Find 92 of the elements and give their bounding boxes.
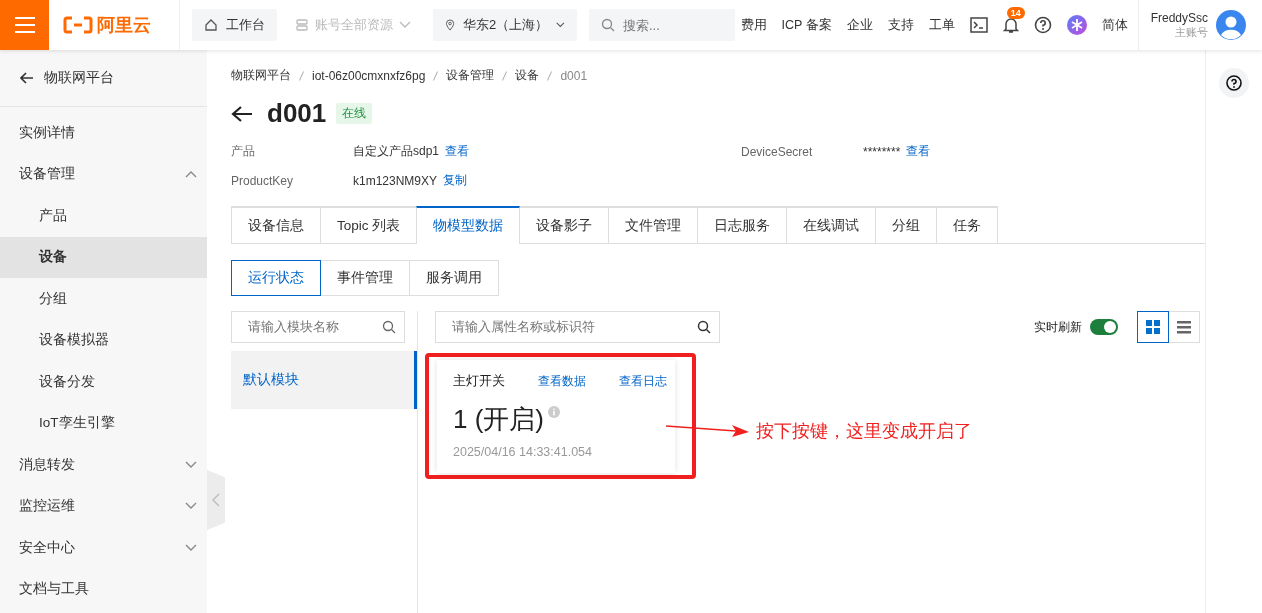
tab[interactable]: 物模型数据 [416,206,521,244]
breadcrumb-link[interactable]: 物联网平台 [231,67,291,84]
grid-view-button[interactable] [1137,311,1169,343]
field-value: 自定义产品sdp1 [353,143,440,160]
sidebar-item[interactable]: 分组 [0,278,207,320]
sparkle-icon[interactable] [1066,15,1087,35]
search-icon [601,18,615,32]
stack-icon [295,18,309,32]
breadcrumb-separator [433,70,439,81]
sub-tab[interactable]: 服务调用 [409,260,499,296]
list-view-button[interactable] [1168,311,1200,343]
search-field[interactable]: 搜索... [589,9,735,41]
chevron-left-icon [212,493,220,507]
sidebar-item[interactable]: 设备管理 [0,153,207,195]
status-tag: 在线 [336,103,373,124]
user-name: FreddySsc [1150,10,1208,25]
menu-button[interactable] [0,0,49,50]
grid-icon [1146,320,1160,334]
property-value: 1 (开启) [453,403,544,436]
search-icon[interactable] [697,320,711,334]
terminal-icon[interactable] [969,17,988,33]
nav-link[interactable]: 工单 [928,16,955,34]
bell-icon[interactable] [1002,16,1019,34]
sidebar-item[interactable]: 设备 [0,236,207,278]
location-pin-icon [445,17,456,33]
sidebar-item[interactable]: 设备分发 [0,361,207,403]
collapse-handle[interactable] [207,470,225,530]
user-role: 主账号 [1175,25,1208,40]
field-link[interactable]: 查看 [445,143,470,160]
chevron-down-icon [185,460,197,469]
property-name: 主灯开关 [453,372,505,390]
chevron-down-icon [185,502,197,511]
field-value: ******** [863,144,901,159]
field-value: k1m123NM9XY [353,173,438,188]
nav-link[interactable]: ICP 备案 [781,16,832,34]
sidebar-item[interactable]: 文档与工具 [0,568,207,610]
help-icon[interactable] [1033,16,1052,34]
annotation-text: 按下按键，这里变成开启了 [756,420,972,443]
chevron-up-icon [185,170,197,179]
sub-tab[interactable]: 事件管理 [320,260,410,296]
toggle-switch[interactable] [1090,319,1118,335]
breadcrumb-link[interactable]: 设备管理 [446,67,495,84]
sub-tab[interactable]: 运行状态 [231,260,321,296]
breadcrumb-link[interactable]: iot-06z00cmxnxfz6pg [312,68,426,83]
breadcrumb-current: d001 [560,68,588,83]
menu-icon[interactable] [13,16,36,34]
search-field[interactable]: 请输入模块名称 [231,311,405,343]
chevron-down-icon [185,543,197,552]
device-title: d001 [267,98,327,129]
property-time: 2025/04/16 14:33:41.054 [453,445,594,459]
home-icon [204,18,218,32]
help-icon[interactable] [1219,68,1249,98]
chevron-down-icon [399,21,411,29]
card-link[interactable]: 查看日志 [619,372,667,390]
sidebar-item[interactable]: 消息转发 [0,444,207,486]
avatar-icon[interactable] [1216,10,1246,40]
field-label: ProductKey [231,173,295,188]
logo-icon [63,16,93,34]
tab[interactable]: 任务 [936,206,999,243]
search-icon[interactable] [382,320,396,334]
search-field[interactable]: 请输入属性名称或标识符 [435,311,720,343]
sidebar-item[interactable]: 安全中心 [0,527,207,569]
list-icon [1177,320,1191,334]
nav-link[interactable]: 费用 [740,16,767,34]
language-link[interactable]: 简体 [1101,16,1128,34]
field-link[interactable]: 复制 [443,172,468,189]
breadcrumb-separator [502,70,508,81]
card-link[interactable]: 查看数据 [538,372,586,390]
chevron-down-icon [556,21,565,29]
breadcrumb-separator [299,70,304,81]
module-item[interactable]: 默认模块 [231,351,417,409]
realtime-label: 实时刷新 [1034,318,1082,336]
region-dropdown[interactable]: 华东2（上海） [433,9,577,41]
field-label: DeviceSecret [741,144,814,159]
nav-link[interactable]: 支持 [887,16,914,34]
sidebar-item[interactable]: IoT孪生引擎 [0,402,207,444]
sidebar-item[interactable]: 产品 [0,195,207,237]
back-link[interactable]: 物联网平台 [0,50,207,107]
logo-text: 阿里云 [97,14,151,37]
field-label: 产品 [231,143,256,160]
tab[interactable]: 设备信息 [231,206,321,243]
breadcrumb-separator [547,70,553,81]
sidebar-item[interactable]: 实例详情 [0,112,207,154]
nav-link[interactable]: 企业 [846,16,873,34]
breadcrumb-link[interactable]: 设备 [515,67,540,84]
notification-badge: 14 [1006,7,1025,19]
back-arrow-icon [20,72,34,84]
sidebar-item[interactable]: 设备模拟器 [0,319,207,361]
workbench-button[interactable]: 工作台 [192,9,277,41]
sidebar-item[interactable]: 监控运维 [0,485,207,527]
back-arrow-icon[interactable] [231,104,253,123]
field-link[interactable]: 查看 [906,143,931,160]
